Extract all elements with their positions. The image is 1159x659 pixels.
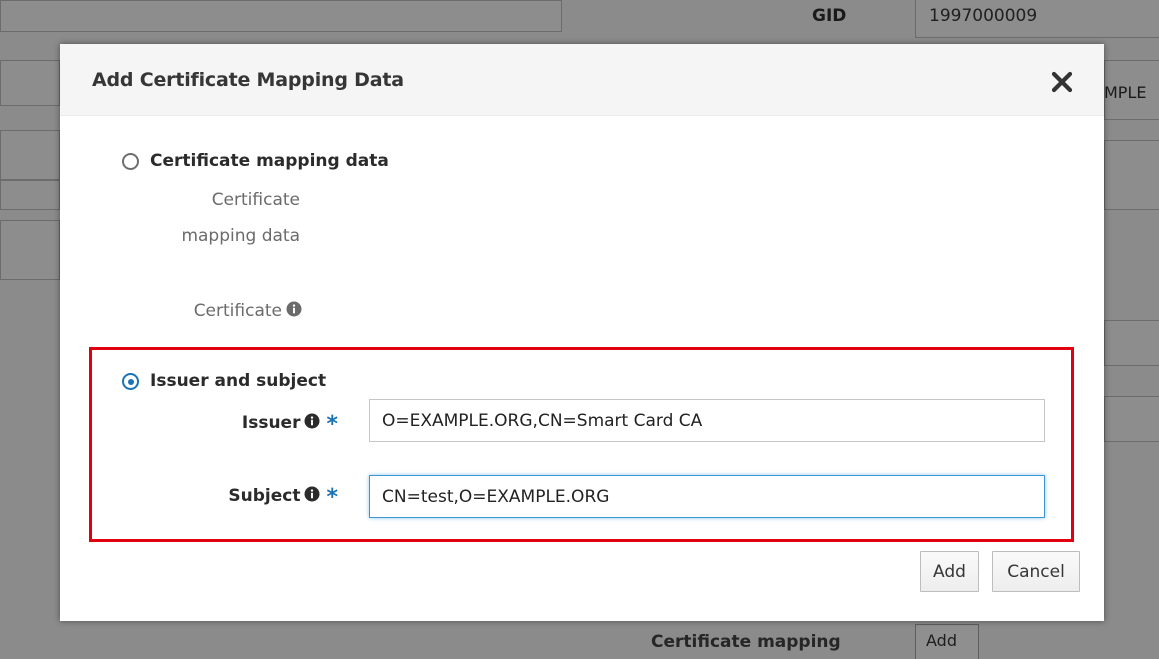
close-icon	[1051, 71, 1073, 93]
background-field	[0, 180, 60, 210]
gid-label: GID	[812, 6, 847, 26]
background-field	[1104, 320, 1159, 366]
mapping-data-label-line1: Certificate	[211, 190, 300, 210]
background-field	[0, 130, 60, 180]
mapping-data-label-line2: mapping data	[181, 226, 300, 246]
certificate-field-label: Certificate	[120, 301, 302, 321]
background-field	[0, 220, 60, 280]
info-icon[interactable]	[304, 486, 320, 502]
required-marker: *	[326, 412, 338, 437]
dialog-title: Add Certificate Mapping Data	[92, 69, 404, 91]
subject-field-label: Subject *	[160, 485, 338, 510]
issuer-input[interactable]	[369, 399, 1045, 442]
background-field	[1104, 140, 1159, 210]
info-icon[interactable]	[304, 413, 320, 429]
close-button[interactable]	[1050, 70, 1074, 94]
certificate-mapping-add-button[interactable]: Add	[915, 624, 979, 659]
dialog-header: Add Certificate Mapping Data	[60, 44, 1104, 116]
required-marker: *	[326, 485, 338, 510]
subject-input[interactable]	[369, 475, 1045, 518]
add-button[interactable]: Add	[920, 551, 979, 592]
cancel-button[interactable]: Cancel	[992, 551, 1080, 592]
radio-certificate-mapping-data[interactable]	[122, 153, 139, 170]
issuer-field-label: Issuer *	[160, 412, 338, 437]
add-certificate-mapping-dialog: Add Certificate Mapping Data Certificate…	[60, 44, 1104, 621]
background-field	[1104, 396, 1159, 442]
background-partial-value: MPLE	[1104, 83, 1147, 102]
issuer-label-text: Issuer	[241, 413, 301, 433]
certificate-label-text: Certificate	[193, 301, 282, 321]
background-field	[0, 60, 60, 106]
certificate-mapping-label: Certificate mapping	[651, 632, 841, 652]
background-field	[0, 0, 562, 32]
gid-value: 1997000009	[929, 6, 1038, 26]
subject-label-text: Subject	[228, 486, 301, 506]
info-icon[interactable]	[286, 301, 302, 317]
screen: GID 1997000009 MPLE Certificate mapping …	[0, 0, 1159, 659]
radio-certificate-mapping-data-label[interactable]: Certificate mapping data	[150, 151, 389, 171]
radio-issuer-and-subject-label[interactable]: Issuer and subject	[150, 371, 326, 391]
radio-issuer-and-subject[interactable]	[122, 373, 139, 390]
